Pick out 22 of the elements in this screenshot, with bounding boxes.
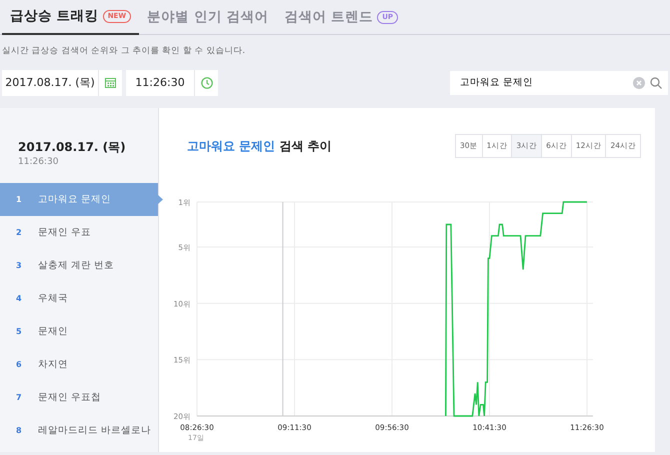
sidebar-item[interactable]: 5 문재인 <box>0 315 158 348</box>
calendar-icon <box>105 77 116 88</box>
description-text: 실시간 급상승 검색어 순위와 그 추이를 확인 할 수 있습니다. <box>2 45 246 58</box>
chart-title: 고마워요 문제인 검색 추이 <box>187 138 332 154</box>
clock-icon <box>200 76 212 89</box>
time-field[interactable]: 11:26:30 <box>126 70 194 96</box>
sidebar-item[interactable]: 3 살충제 계란 번호 <box>0 249 158 282</box>
sidebar-item[interactable]: 6 차지연 <box>0 348 158 382</box>
sidebar-time: 11:26:30 <box>17 156 60 169</box>
search-bar[interactable]: 고마워요 문제인 <box>450 70 668 95</box>
sidebar-item[interactable]: 4 우체국 <box>0 282 158 316</box>
sidebar-item[interactable]: 7 문재인 우표첩 <box>0 381 158 414</box>
clear-icon[interactable] <box>632 76 644 89</box>
pointer-icon <box>158 195 163 204</box>
search-input[interactable]: 고마워요 문제인 <box>458 74 632 91</box>
sidebar-item[interactable]: 8 레알마드리드 바르셀로나 <box>0 414 158 448</box>
clock-button[interactable] <box>194 70 218 96</box>
sidebar-date: 2017.08.17. (목) <box>17 138 127 156</box>
date-field[interactable]: 2017.08.17. (목) <box>2 70 98 96</box>
search-icon[interactable] <box>650 76 662 89</box>
sidebar-item[interactable]: 2 문재인 우표 <box>0 216 158 250</box>
calendar-button[interactable] <box>98 70 122 96</box>
